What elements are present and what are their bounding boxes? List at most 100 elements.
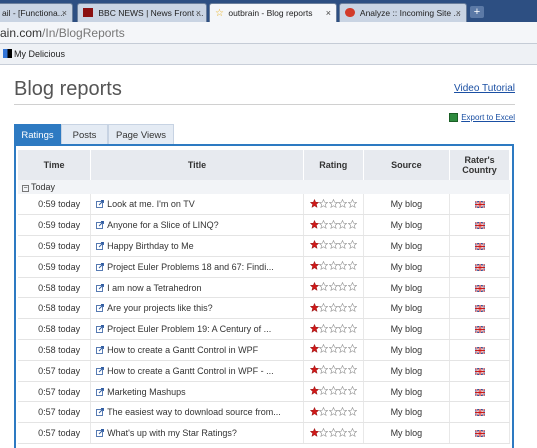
cell-title[interactable]: Project Euler Problems 18 and 67: Findi.… [90, 256, 304, 278]
table-row[interactable]: 0:58 today I am now a Tetrahedron My blog [18, 277, 510, 299]
star-empty-icon[interactable] [337, 344, 348, 354]
star-filled-icon[interactable] [309, 261, 320, 271]
cell-title[interactable]: Anyone for a Slice of LINQ? [90, 214, 304, 237]
cell-title[interactable]: The easiest way to download source from.… [90, 401, 304, 424]
cell-title[interactable]: I am now a Tetrahedron [90, 277, 304, 299]
star-rating[interactable] [309, 385, 358, 397]
column-header-country[interactable]: Rater's Country [449, 150, 510, 180]
star-empty-icon[interactable] [318, 198, 329, 208]
table-row[interactable]: 0:57 today The easiest way to download so… [18, 401, 510, 424]
star-rating[interactable] [309, 240, 358, 251]
table-row[interactable]: 0:58 today Are your projects like this? My… [18, 297, 510, 320]
column-header-title[interactable]: Title [90, 150, 304, 180]
cell-title[interactable]: Are your projects like this? [90, 297, 304, 320]
external-link-icon[interactable] [96, 262, 105, 271]
star-rating[interactable] [309, 323, 358, 335]
external-link-icon[interactable] [96, 304, 105, 313]
column-header-source[interactable]: Source [363, 150, 451, 180]
star-empty-icon[interactable] [318, 302, 329, 312]
column-header-rating[interactable]: Rating [303, 150, 364, 180]
star-empty-icon[interactable] [328, 219, 339, 229]
external-link-icon[interactable] [96, 408, 105, 417]
star-rating[interactable] [309, 427, 358, 439]
post-title-link[interactable]: How to create a Gantt Control in WPF - .… [107, 366, 274, 376]
star-empty-icon[interactable] [328, 198, 339, 208]
collapse-group-icon[interactable]: − [22, 185, 29, 192]
star-empty-icon[interactable] [347, 406, 358, 416]
star-empty-icon[interactable] [337, 198, 348, 208]
star-empty-icon[interactable] [328, 323, 339, 333]
star-empty-icon[interactable] [347, 427, 358, 437]
post-title-link[interactable]: Are your projects like this? [107, 303, 213, 313]
star-empty-icon[interactable] [328, 240, 339, 250]
post-title-link[interactable]: The easiest way to download source from.… [107, 407, 281, 417]
external-link-icon[interactable] [96, 200, 105, 209]
external-link-icon[interactable] [96, 429, 105, 438]
star-empty-icon[interactable] [347, 219, 358, 229]
cell-title[interactable]: Marketing Mashups [90, 381, 304, 403]
star-empty-icon[interactable] [328, 302, 339, 312]
star-filled-icon[interactable] [309, 365, 320, 375]
star-empty-icon[interactable] [328, 427, 339, 437]
star-empty-icon[interactable] [328, 260, 339, 271]
tab-page-views[interactable]: Page Views [108, 124, 174, 144]
star-rating[interactable] [309, 344, 358, 355]
star-empty-icon[interactable] [337, 260, 348, 271]
browser-tab-outbrain[interactable]: ☆ outbrain - Blog reports × [209, 3, 337, 23]
star-filled-icon[interactable] [309, 219, 320, 229]
post-title-link[interactable]: Happy Birthday to Me [107, 241, 194, 251]
post-title-link[interactable]: Project Euler Problems 18 and 67: Findi.… [107, 262, 274, 272]
star-empty-icon[interactable] [337, 427, 348, 437]
star-empty-icon[interactable] [328, 406, 339, 416]
close-tab-icon[interactable]: × [62, 8, 67, 18]
star-rating[interactable] [309, 302, 358, 314]
external-link-icon[interactable] [96, 346, 105, 354]
close-tab-icon[interactable]: × [196, 8, 201, 18]
star-empty-icon[interactable] [337, 281, 348, 292]
star-filled-icon[interactable] [309, 198, 320, 208]
star-empty-icon[interactable] [337, 219, 348, 229]
external-link-icon[interactable] [96, 325, 105, 334]
star-empty-icon[interactable] [347, 385, 358, 396]
table-row[interactable]: 0:57 today Marketing Mashups My blog [18, 381, 510, 403]
table-row[interactable]: 0:57 today How to create a Gantt Control … [18, 360, 510, 382]
star-empty-icon[interactable] [337, 323, 348, 333]
star-empty-icon[interactable] [318, 323, 329, 333]
table-row[interactable]: 0:58 today How to create a Gantt Control … [18, 339, 510, 361]
star-empty-icon[interactable] [347, 198, 358, 208]
browser-tab-bbc[interactable]: BBC NEWS | News Front ... × [77, 3, 207, 22]
external-link-icon[interactable] [96, 242, 105, 250]
table-row[interactable]: 0:59 today Anyone for a Slice of LINQ? My … [18, 214, 510, 237]
star-empty-icon[interactable] [337, 302, 348, 312]
table-row[interactable]: 0:58 today Project Euler Problem 19: A Ce… [18, 318, 510, 341]
star-empty-icon[interactable] [318, 427, 329, 437]
star-filled-icon[interactable] [309, 240, 320, 250]
external-link-icon[interactable] [96, 283, 105, 292]
star-empty-icon[interactable] [337, 385, 348, 396]
star-empty-icon[interactable] [347, 240, 358, 250]
close-tab-icon[interactable]: × [326, 8, 331, 18]
table-row[interactable]: 0:59 today Happy Birthday to Me My blog [18, 235, 510, 257]
star-filled-icon[interactable] [309, 281, 320, 291]
post-title-link[interactable]: Look at me. I'm on TV [107, 199, 195, 209]
star-rating[interactable] [309, 260, 358, 272]
cell-title[interactable]: What's up with my Star Ratings? [90, 422, 304, 445]
post-title-link[interactable]: Anyone for a Slice of LINQ? [107, 220, 219, 230]
cell-title[interactable]: How to create a Gantt Control in WPF [90, 339, 304, 361]
star-filled-icon[interactable] [309, 406, 320, 416]
external-link-icon[interactable] [96, 387, 105, 396]
star-empty-icon[interactable] [337, 364, 348, 375]
post-title-link[interactable]: Marketing Mashups [107, 387, 186, 397]
star-empty-icon[interactable] [347, 281, 358, 292]
star-empty-icon[interactable] [347, 260, 358, 271]
star-empty-icon[interactable] [318, 219, 329, 229]
star-empty-icon[interactable] [347, 323, 358, 333]
star-filled-icon[interactable] [309, 323, 320, 333]
star-rating[interactable] [309, 281, 358, 293]
star-empty-icon[interactable] [347, 364, 358, 375]
star-filled-icon[interactable] [309, 302, 320, 312]
star-empty-icon[interactable] [328, 385, 339, 396]
new-tab-button[interactable]: + [470, 6, 484, 18]
star-filled-icon[interactable] [309, 385, 320, 395]
table-row[interactable]: 0:59 today Look at me. I'm on TV My blog [18, 194, 510, 216]
